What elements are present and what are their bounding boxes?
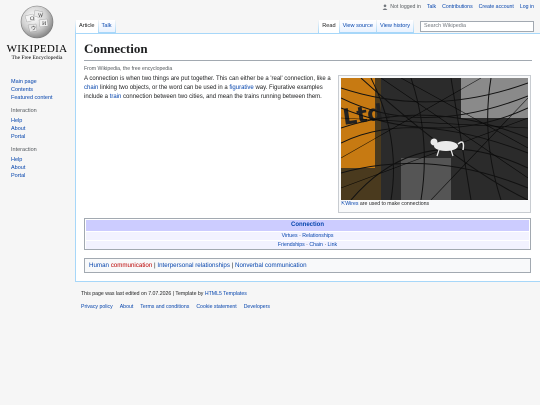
wires-image[interactable]: Ltd. <box>341 78 528 200</box>
sidebar-item-about[interactable]: About <box>11 125 73 133</box>
category-link-interpersonal[interactable]: Interpersonal relationships <box>157 262 230 269</box>
footer-link-privacy[interactable]: Privacy policy <box>81 304 113 310</box>
tab-view-history[interactable]: View history <box>376 20 413 33</box>
navbox-link-chain[interactable]: Chain <box>309 242 323 248</box>
sidebar-item-help[interactable]: Help <box>11 117 73 125</box>
sidebar-navigation: Main page Contents Featured content <box>11 78 73 102</box>
category-link-communication[interactable]: communication <box>111 262 153 269</box>
svg-text:ウ: ウ <box>31 25 36 32</box>
sidebar-item-main-page[interactable]: Main page <box>11 78 73 86</box>
view-tabs: Read View source View history <box>318 20 414 33</box>
figure-thumbnail: Ltd. ⇱Wires are used to make connections <box>338 75 531 213</box>
namespace-tabs: Article Talk <box>75 20 116 33</box>
page-title: Connection <box>84 41 532 61</box>
sidebar-item-help[interactable]: Help <box>11 156 73 164</box>
caption-text: are used to make connections <box>358 201 430 207</box>
log-in-link[interactable]: Log in <box>520 4 534 10</box>
footer-link-terms[interactable]: Terms and conditions <box>140 304 189 310</box>
sidebar-item-portal[interactable]: Portal <box>11 133 73 141</box>
create-account-link[interactable]: Create account <box>479 4 514 10</box>
sidebar-item-portal[interactable]: Portal <box>11 172 73 180</box>
sidebar-item-contents[interactable]: Contents <box>11 86 73 94</box>
para-text: A connection is when two things are put … <box>84 76 331 82</box>
sidebar: Main page Contents Featured content Inte… <box>11 78 73 186</box>
search-input[interactable]: Search Wikipedia <box>420 21 534 32</box>
svg-text:И: И <box>42 21 47 27</box>
navbox-link-relationships[interactable]: Relationships <box>302 233 333 239</box>
sidebar-heading: Interaction <box>11 108 37 114</box>
footer-link-developers[interactable]: Developers <box>244 304 270 310</box>
site-subtitle: From Wikipedia, the free encyclopedia <box>84 66 173 72</box>
svg-text:W: W <box>38 13 44 19</box>
navbox: Connection Virtues · Relationships Frien… <box>84 218 531 250</box>
template-link[interactable]: HTML5 Templates <box>205 291 247 297</box>
navbox-title: Connection <box>86 220 529 231</box>
contributions-link[interactable]: Contributions <box>442 4 473 10</box>
navbox-title-link[interactable]: Connection <box>291 222 324 228</box>
logo-wordmark: WIKIPEDIA <box>6 43 68 55</box>
article-content: Connection From Wikipedia, the free ency… <box>75 33 540 282</box>
footer: This page was last edited on 7.07.2026 |… <box>81 291 270 310</box>
user-icon <box>382 4 388 10</box>
globe-icon: Ω W И ウ <box>20 5 54 39</box>
svg-text:Ω: Ω <box>30 16 34 22</box>
footer-info: This page was last edited on 7.07.2026 |… <box>81 291 270 297</box>
figurative-link[interactable]: figurative <box>229 85 253 91</box>
tab-talk[interactable]: Talk <box>98 20 115 33</box>
footer-link-about[interactable]: About <box>120 304 134 310</box>
navbox-link-link[interactable]: Link <box>328 242 338 248</box>
sidebar-item-featured-content[interactable]: Featured content <box>11 94 73 102</box>
category-link-human[interactable]: Human <box>89 262 109 269</box>
last-edited: This page was last edited on 7.07.2026 <box>81 291 172 297</box>
tab-view-source[interactable]: View source <box>339 20 376 33</box>
navbox-link-virtues[interactable]: Virtues <box>282 233 298 239</box>
navbox-link-friendships[interactable]: Friendships <box>278 242 305 248</box>
not-logged-in-label: Not logged in <box>390 4 421 10</box>
sidebar-heading: Interaction <box>11 147 37 153</box>
sidebar-interaction-2: Interaction Help About Portal <box>11 147 73 180</box>
tab-article[interactable]: Article <box>76 20 98 33</box>
category-links: Human communication | Interpersonal rela… <box>84 258 531 273</box>
category-link-nonverbal[interactable]: Nonverbal communication <box>235 262 307 269</box>
tab-separator <box>413 20 414 33</box>
wikipedia-logo[interactable]: Ω W И ウ WIKIPEDIA The Free Encyclopedia <box>4 4 70 68</box>
talk-link[interactable]: Talk <box>427 4 436 10</box>
para-text: linking two objects, or the word can be … <box>98 85 230 91</box>
navbox-row: Friendships · Chain · Link <box>86 241 529 249</box>
tab-read[interactable]: Read <box>319 20 339 33</box>
navbox-row: Virtues · Relationships <box>86 232 529 240</box>
footer-links: Privacy policy About Terms and condition… <box>81 304 270 310</box>
wires-link[interactable]: Wires <box>345 201 358 207</box>
figure-caption: ⇱Wires are used to make connections <box>341 201 528 208</box>
footer-link-cookie[interactable]: Cookie statement <box>196 304 236 310</box>
para-text: connection between two cities, and mean … <box>121 94 322 100</box>
template-by: | Template by <box>171 291 205 297</box>
personal-tools: Not logged in Talk Contributions Create … <box>382 4 534 10</box>
not-logged-in: Not logged in <box>382 4 421 10</box>
chain-link[interactable]: chain <box>84 85 98 91</box>
sidebar-item-about[interactable]: About <box>11 164 73 172</box>
sidebar-interaction-1: Interaction Help About Portal <box>11 108 73 141</box>
article-paragraph: A connection is when two things are put … <box>84 75 332 102</box>
logo-tagline: The Free Encyclopedia <box>11 55 63 61</box>
tab-separator <box>114 20 116 33</box>
train-link[interactable]: train <box>110 94 122 100</box>
